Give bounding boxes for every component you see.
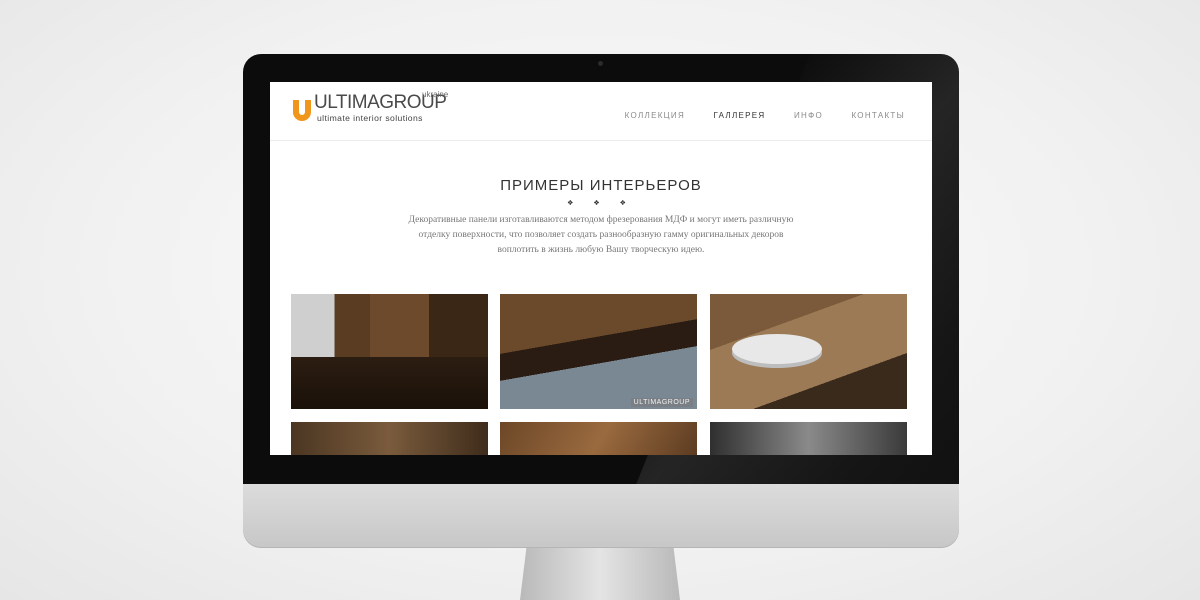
ornament-divider: ❖ ❖ ❖ bbox=[567, 200, 635, 207]
brand-region: ukraine bbox=[422, 90, 449, 99]
main-nav: КОЛЛЕКЦИЯ ГАЛЛЕРЕЯ ИНФО КОНТАКТЫ bbox=[601, 105, 905, 123]
nav-item-info[interactable]: ИНФО bbox=[794, 111, 823, 120]
gallery-image-bench[interactable]: ULTIMAGROUP bbox=[500, 294, 697, 409]
monitor-stand bbox=[520, 548, 680, 600]
description-line: воплотить в жизнь любую Вашу творческую … bbox=[497, 245, 705, 255]
gallery-image-textured-wall[interactable] bbox=[710, 422, 907, 455]
camera-icon bbox=[598, 61, 603, 66]
section-title: ПРИМЕРЫ ИНТЕРЬЕРОВ bbox=[500, 177, 702, 194]
gallery-image-cabinet[interactable] bbox=[291, 422, 488, 455]
gallery-image-dining-room[interactable] bbox=[291, 294, 488, 409]
section-description: Декоративные панели изготавливаются мето… bbox=[380, 213, 822, 258]
gallery-image-wood-panel[interactable] bbox=[500, 422, 697, 455]
website-screen: ULTIMAGROUP ukraine ultimate interior so… bbox=[270, 82, 932, 455]
nav-item-contacts[interactable]: КОНТАКТЫ bbox=[851, 111, 905, 120]
gallery-image-lamp-table[interactable] bbox=[710, 294, 907, 409]
brand-tagline: ultimate interior solutions bbox=[317, 113, 423, 123]
monitor-chin bbox=[243, 484, 959, 548]
nav-item-gallery[interactable]: ГАЛЛЕРЕЯ bbox=[713, 111, 765, 120]
nav-item-collection[interactable]: КОЛЛЕКЦИЯ bbox=[625, 111, 685, 120]
description-line: отделку поверхности, что позволяет созда… bbox=[418, 230, 784, 240]
watermark-label: ULTIMAGROUP bbox=[630, 398, 693, 407]
description-line: Декоративные панели изготавливаются мето… bbox=[408, 215, 794, 225]
site-header: ULTIMAGROUP ukraine ultimate interior so… bbox=[270, 82, 932, 141]
logo-icon[interactable] bbox=[291, 98, 313, 122]
